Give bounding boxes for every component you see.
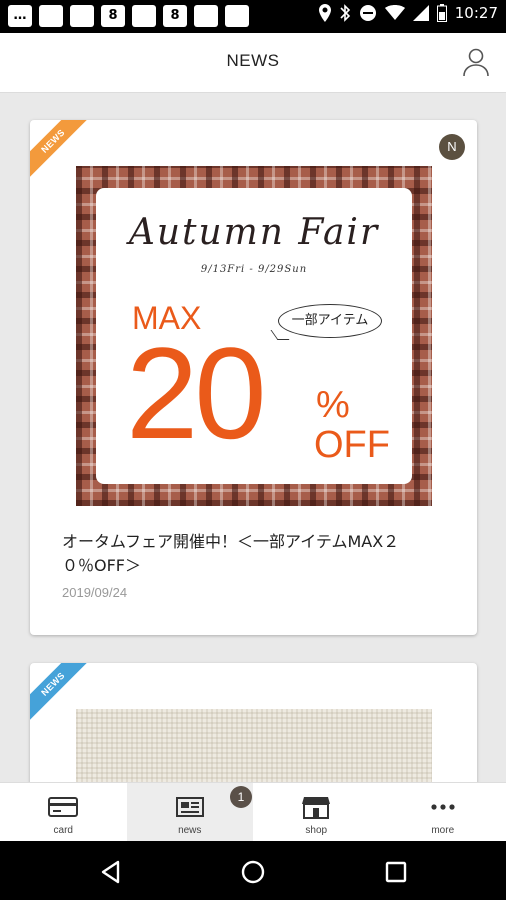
news-card[interactable]: NEWS N Autumn Fair 9/13Fri - 9/29Sun MAX… [30,120,477,635]
card-icon [48,797,79,817]
news-count-badge: 1 [230,786,252,808]
clock: 10:27 [454,4,498,22]
dnd-icon [359,5,376,21]
app-icon-8: 8 [101,5,125,27]
bottom-navigation: card news shop more [0,782,506,841]
banner-off: OFF [314,424,390,466]
nav-item-shop[interactable]: shop [253,783,380,841]
more-icon [431,804,455,810]
system-icons: 10:27 [318,4,498,22]
banner-discount-number: 20 [126,320,267,466]
app-header: NEWS [0,33,506,93]
app-icon [39,5,63,27]
nav-item-more[interactable]: more [380,783,506,841]
signal-icon [412,5,429,21]
recents-icon[interactable] [383,859,409,885]
news-icon [175,797,204,817]
page-title: NEWS [226,51,280,70]
location-icon [318,4,331,22]
app-icon [70,5,94,27]
battery-icon [436,4,447,22]
news-title: オータムフェア開催中！＜一部アイテムMAX２０％OFF＞ [62,532,400,575]
wifi-icon [384,5,405,20]
app-icon [194,5,218,27]
news-banner-image: Autumn Fair 9/13Fri - 9/29Sun MAX 一部アイテム… [76,166,432,506]
banner-percent: % [316,384,350,426]
user-icon[interactable] [462,47,490,77]
banner-title: Autumn Fair [128,212,380,253]
news-date: 2019/09/24 [62,585,128,600]
app-icon [132,5,156,27]
chat-icon: … [8,5,32,27]
bluetooth-icon [340,4,350,22]
app-icon [225,5,249,27]
status-bar: … 8 8 10:27 [0,0,506,33]
banner-dates: 9/13Fri - 9/29Sun [200,264,308,275]
banner-bubble: 一部アイテム [278,304,382,338]
notification-icons: … 8 8 [8,5,249,27]
brand-badge: N [439,134,465,160]
nav-item-card[interactable]: card [0,783,127,841]
home-icon[interactable] [240,859,266,885]
back-icon[interactable] [98,859,124,885]
system-navigation-bar [0,841,506,900]
app-icon-8: 8 [163,5,187,27]
shop-icon [302,797,331,819]
